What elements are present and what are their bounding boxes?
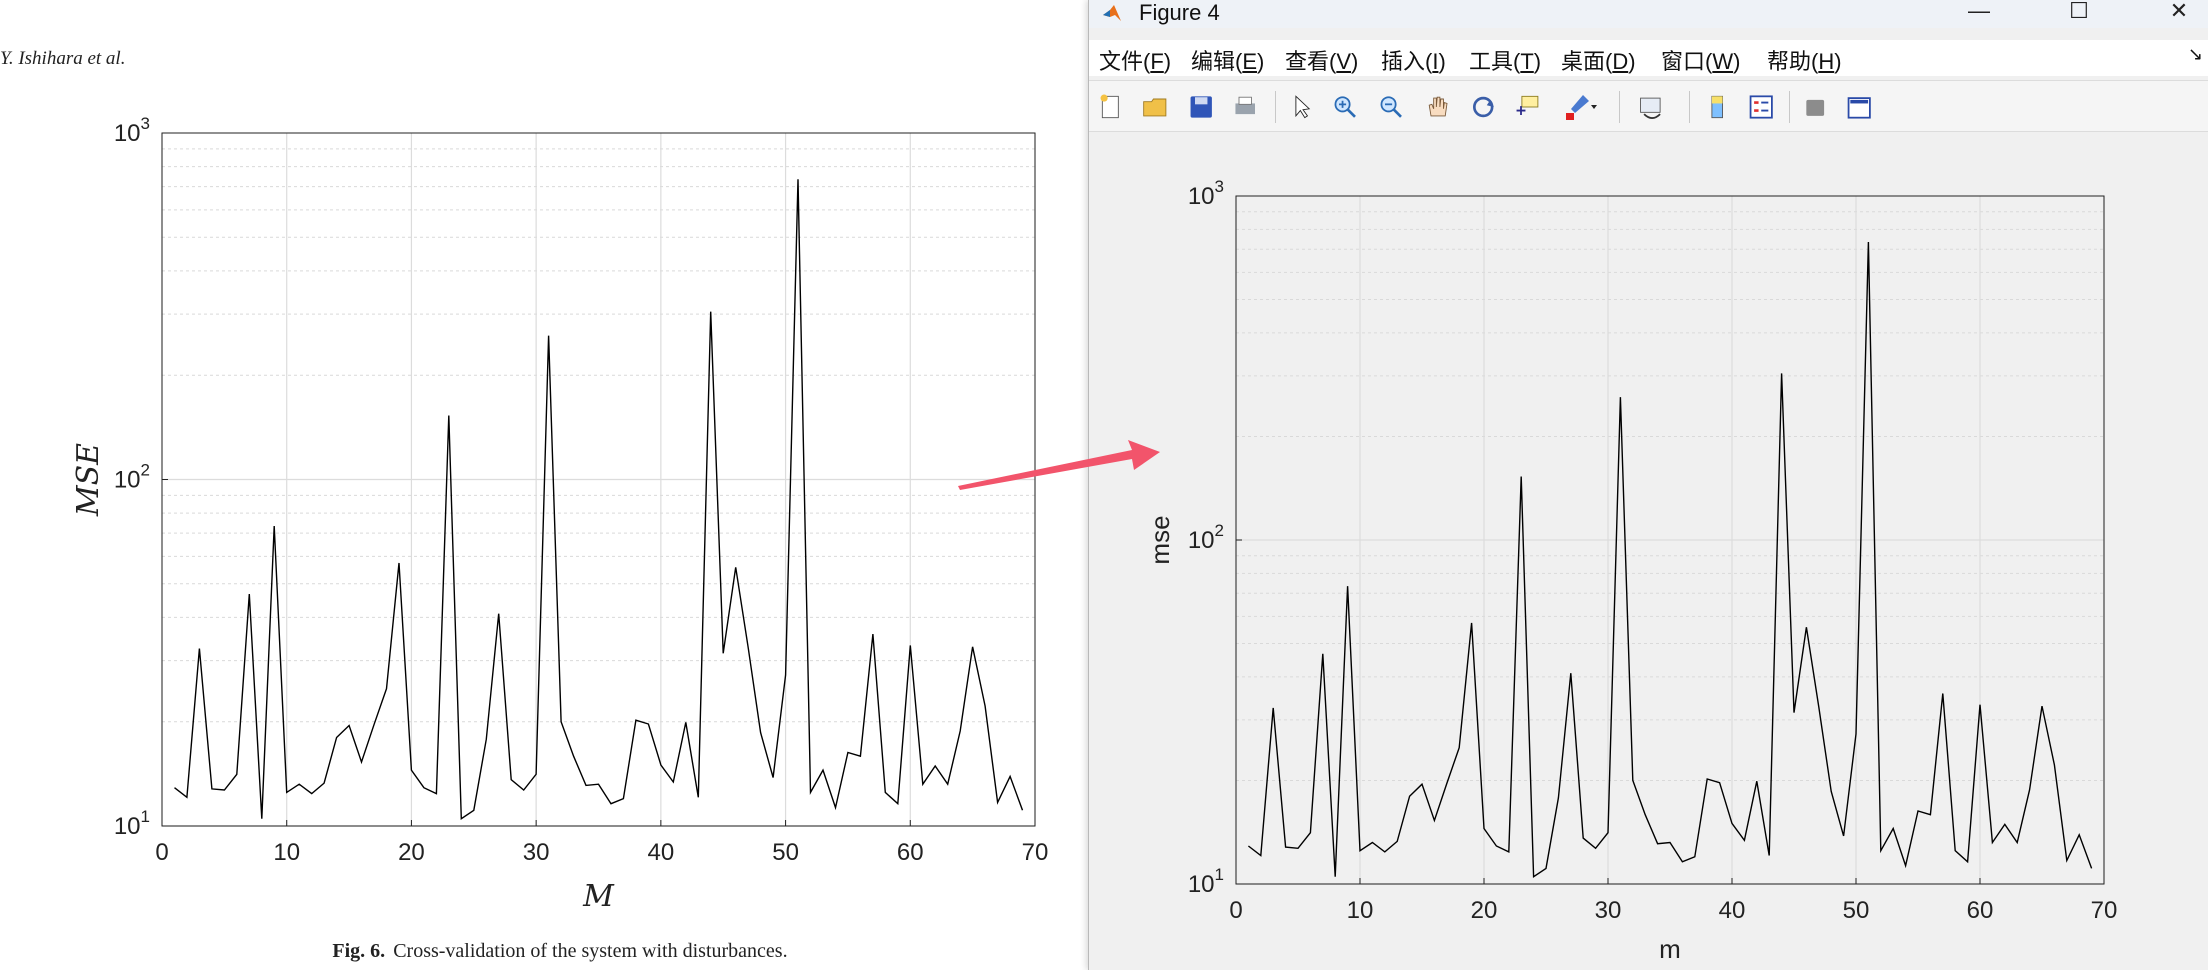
annotation-arrow: [958, 440, 1160, 490]
